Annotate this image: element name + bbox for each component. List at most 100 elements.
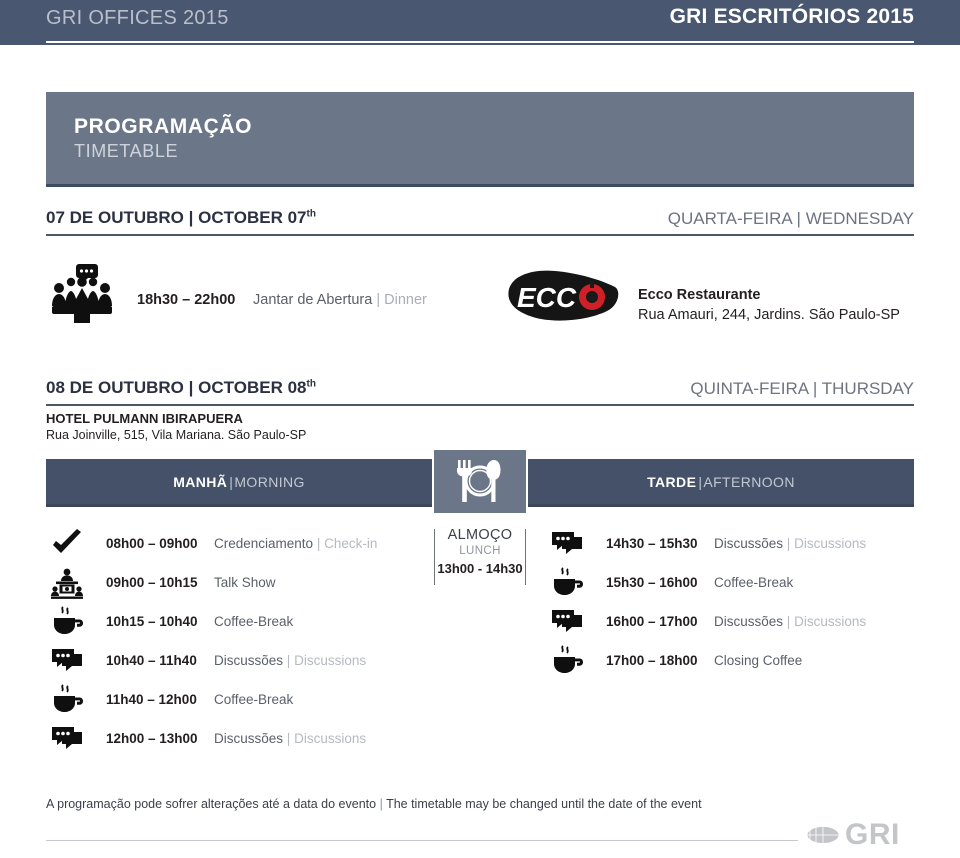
row-label: Discussões | Discussions	[714, 536, 866, 551]
row-label: Talk Show	[214, 575, 276, 590]
coffee-cup-icon	[550, 645, 584, 679]
row-label-pt: Talk Show	[214, 575, 276, 590]
day2-date: 08 DE OUTUBRO | OCTOBER 08th	[46, 378, 316, 398]
row-label: Discussões | Discussions	[214, 653, 366, 668]
row-time: 16h00 – 17h00	[606, 614, 698, 629]
afternoon-label-separator: |	[698, 473, 703, 490]
day2-venue-name: HOTEL PULMANN IBIRAPUERA	[46, 411, 243, 426]
day1-event-separator: |	[376, 292, 381, 308]
afternoon-session-bar: TARDE | AFTERNOON	[528, 459, 914, 504]
row-label-en: Check-in	[324, 536, 378, 551]
row-time: 12h00 – 13h00	[106, 731, 198, 746]
row-label-en: Discussions	[294, 653, 367, 668]
ecco-logo: ECC	[503, 267, 624, 324]
day1-venue-name: Ecco Restaurante	[638, 287, 761, 303]
day1-weekday-en: WEDNESDAY	[805, 209, 914, 228]
row-time: 09h00 – 10h15	[106, 575, 198, 590]
row-label-pt: Coffee-Break	[214, 692, 294, 707]
row-time: 10h15 – 10h40	[106, 614, 198, 629]
afternoon-label-pt: TARDE	[647, 473, 697, 490]
row-label-pt: Coffee-Break	[214, 614, 294, 629]
podium-talkshow-icon	[50, 567, 84, 601]
footer-rule	[46, 840, 798, 841]
day2-weekday-en: THURSDAY	[821, 379, 914, 398]
day1-event-label: Jantar de Abertura | Dinner	[253, 292, 427, 308]
speech-bubbles-icon	[50, 723, 84, 757]
day1-event-time: 18h30 – 22h00	[137, 292, 236, 308]
globe-icon	[806, 826, 840, 844]
page-header: GRI OFFICES 2015 GRI ESCRITÓRIOS 2015	[0, 0, 960, 45]
morning-label-en: MORNING	[234, 473, 305, 490]
timetable-title-banner: PROGRAMAÇÃO TIMETABLE	[46, 92, 914, 184]
speech-bubbles-icon	[50, 645, 84, 679]
coffee-cup-icon	[50, 684, 84, 718]
lunch-time: 13h00 - 14h30	[437, 561, 523, 577]
morning-label-pt: MANHÃ	[173, 473, 228, 490]
row-label: Coffee-Break	[214, 614, 293, 629]
day1-date-pt: 07 DE OUTUBRO	[46, 208, 184, 227]
row-label-pt: Discussões	[214, 653, 284, 668]
speech-bubbles-icon	[550, 606, 584, 640]
day1-venue-address: Rua Amauri, 244, Jardins. São Paulo-SP	[638, 307, 900, 323]
lunch-block: ALMOÇO LUNCH 13h00 - 14h30	[434, 527, 526, 589]
afternoon-bar-shadow	[528, 504, 914, 507]
day2-weekday-separator: |	[812, 379, 818, 398]
row-label-pt: Coffee-Break	[714, 575, 794, 590]
row-label-en: Discussions	[794, 536, 867, 551]
day2-rule	[46, 404, 914, 406]
row-label-pt: Credenciamento	[214, 536, 314, 551]
row-label: Credenciamento | Check-in	[214, 536, 377, 551]
row-time: 11h40 – 12h00	[106, 692, 197, 707]
morning-label-separator: |	[229, 473, 234, 490]
lunch-label-pt: ALMOÇO	[447, 527, 513, 543]
row-label-separator: |	[786, 536, 791, 551]
day1-date-ordinal: th	[306, 208, 316, 220]
row-label-pt: Closing Coffee	[714, 653, 803, 668]
cutlery-plate-icon	[457, 460, 501, 502]
lunch-divider-left	[434, 529, 435, 585]
day1-rule	[46, 234, 914, 236]
day2-venue-address: Rua Joinville, 515, Vila Mariana. São Pa…	[46, 428, 307, 442]
row-label: Discussões | Discussions	[214, 731, 366, 746]
row-time: 15h30 – 16h00	[606, 575, 698, 590]
day2-weekday-pt: QUINTA-FEIRA	[690, 379, 809, 398]
day2-date-pt: 08 DE OUTUBRO	[46, 378, 184, 397]
day2-date-ordinal: th	[306, 378, 316, 390]
row-label: Coffee-Break	[214, 692, 293, 707]
afternoon-label-en: AFTERNOON	[703, 473, 795, 490]
gri-logo-text: GRI	[845, 818, 900, 851]
header-title-en: GRI OFFICES 2015	[46, 7, 229, 29]
day1-date-en: OCTOBER 07	[198, 208, 307, 227]
day1-date: 07 DE OUTUBRO | OCTOBER 07th	[46, 208, 316, 228]
gri-logo: GRI	[806, 818, 916, 852]
footer-disclaimer: A programação pode sofrer alterações até…	[46, 797, 702, 811]
day1-weekday-pt: QUARTA-FEIRA	[667, 209, 792, 228]
page-title-en: TIMETABLE	[74, 141, 179, 162]
header-title-pt: GRI ESCRITÓRIOS 2015	[669, 5, 914, 28]
lunch-divider-right	[525, 529, 526, 585]
row-label-en: Discussions	[294, 731, 367, 746]
day2-date-separator: |	[188, 378, 194, 397]
footer-note-separator: |	[379, 797, 383, 811]
row-label-pt: Discussões	[714, 614, 784, 629]
day1-weekday-separator: |	[796, 209, 801, 228]
morning-session-bar: MANHÃ | MORNING	[46, 459, 432, 504]
row-time: 17h00 – 18h00	[606, 653, 698, 668]
row-label-separator: |	[286, 731, 291, 746]
row-label-separator: |	[786, 614, 791, 629]
row-label-pt: Discussões	[214, 731, 284, 746]
day1-event-label-en: Dinner	[384, 292, 427, 308]
day1-weekday: QUARTA-FEIRA | WEDNESDAY	[668, 209, 914, 229]
row-time: 08h00 – 09h00	[106, 536, 198, 551]
coffee-cup-icon	[50, 606, 84, 640]
row-label-separator: |	[286, 653, 291, 668]
day2-date-en: OCTOBER 08	[198, 378, 307, 397]
morning-bar-shadow	[46, 504, 432, 507]
lunch-label-en: LUNCH	[459, 544, 501, 557]
footer-note-en: The timetable may be changed until the d…	[386, 797, 702, 811]
row-label: Closing Coffee	[714, 653, 802, 668]
day1-date-separator: |	[188, 208, 194, 227]
row-label-pt: Discussões	[714, 536, 784, 551]
check-icon	[50, 528, 84, 562]
day1-event-label-pt: Jantar de Abertura	[253, 292, 373, 308]
